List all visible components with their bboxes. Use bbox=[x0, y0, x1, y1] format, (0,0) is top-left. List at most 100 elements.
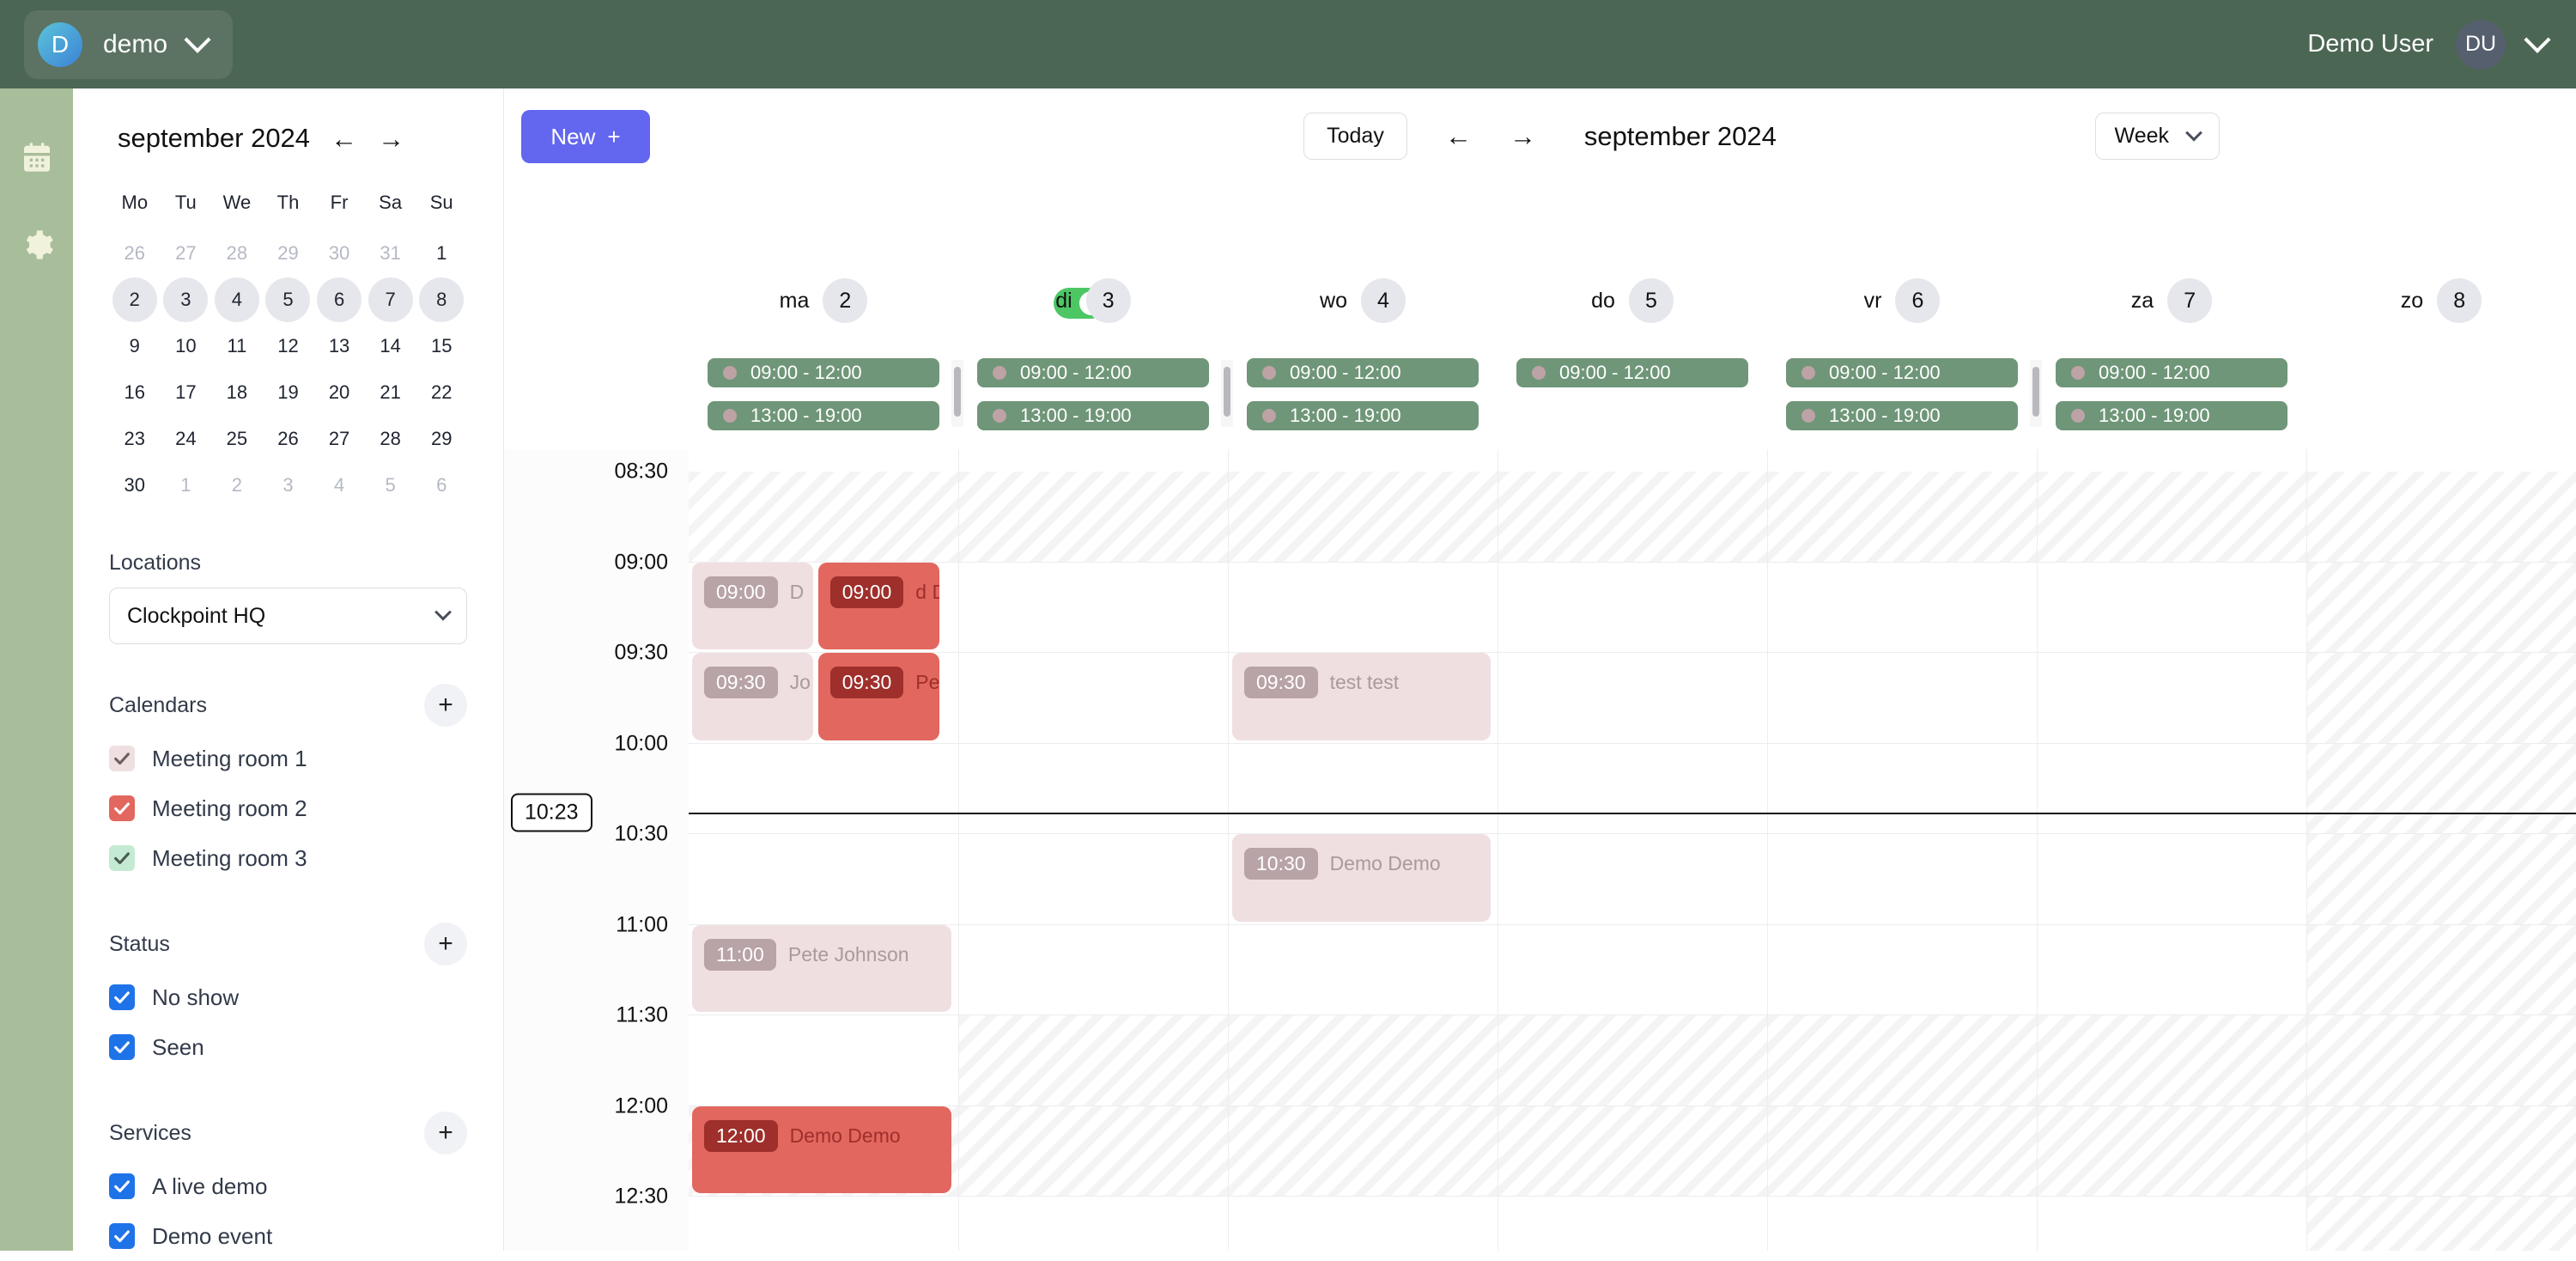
mini-calendar-day[interactable]: 3 bbox=[263, 463, 314, 508]
mini-calendar-day[interactable]: 25 bbox=[211, 417, 263, 461]
time-slot[interactable] bbox=[1768, 1197, 2037, 1251]
time-slot[interactable] bbox=[689, 472, 958, 563]
mini-calendar-day[interactable]: 20 bbox=[313, 370, 365, 415]
mini-calendar-day[interactable]: 5 bbox=[365, 463, 416, 508]
time-slot[interactable] bbox=[2038, 1106, 2306, 1197]
time-slot[interactable] bbox=[1498, 1197, 1767, 1251]
add-status-button[interactable]: + bbox=[424, 923, 467, 966]
time-slot[interactable] bbox=[1229, 1197, 1498, 1251]
checkbox-icon[interactable] bbox=[109, 746, 135, 771]
availability-pill[interactable]: 09:00 - 12:00 bbox=[708, 358, 939, 387]
mini-calendar-day[interactable]: 29 bbox=[263, 231, 314, 276]
prev-week-button[interactable]: ← bbox=[1445, 121, 1472, 152]
mini-calendar-day[interactable]: 28 bbox=[211, 231, 263, 276]
time-slot[interactable] bbox=[1768, 1015, 2037, 1106]
time-slot[interactable] bbox=[959, 834, 1228, 925]
time-slot[interactable] bbox=[1768, 653, 2037, 744]
day-column[interactable]: 09:00 D 09:30 Jo 09:00 d D 09:30 Pet 11:00 Pete J… bbox=[689, 449, 958, 1251]
mini-calendar-day[interactable]: 21 bbox=[365, 370, 416, 415]
availability-pill[interactable]: 09:00 - 12:00 bbox=[2056, 358, 2287, 387]
day-column[interactable] bbox=[958, 449, 1228, 1251]
time-slot[interactable] bbox=[2307, 834, 2576, 925]
availability-pill[interactable]: 13:00 - 19:00 bbox=[708, 401, 939, 430]
day-column[interactable] bbox=[1498, 449, 1767, 1251]
day-column[interactable] bbox=[2037, 449, 2306, 1251]
mini-calendar-day[interactable]: 10 bbox=[161, 324, 212, 369]
calendar-event[interactable]: 09:00 d D bbox=[817, 562, 940, 649]
mini-calendar-day[interactable]: 6 bbox=[313, 277, 365, 322]
mini-calendar-day[interactable]: 5 bbox=[263, 277, 314, 322]
time-slot[interactable] bbox=[2307, 1106, 2576, 1197]
day-column[interactable] bbox=[2306, 449, 2576, 1251]
time-slot[interactable] bbox=[2038, 653, 2306, 744]
time-slot[interactable] bbox=[2038, 563, 2306, 653]
time-slot[interactable] bbox=[1498, 1106, 1767, 1197]
availability-pill[interactable]: 13:00 - 19:00 bbox=[1247, 401, 1479, 430]
mini-calendar-day[interactable]: 3 bbox=[161, 277, 212, 322]
time-slot[interactable] bbox=[1768, 1106, 2037, 1197]
time-slot[interactable] bbox=[1768, 563, 2037, 653]
time-slot[interactable] bbox=[2307, 743, 2576, 834]
mini-calendar-day[interactable]: 14 bbox=[365, 324, 416, 369]
mini-calendar-day[interactable]: 12 bbox=[263, 324, 314, 369]
time-slot[interactable] bbox=[1498, 834, 1767, 925]
mini-calendar-day[interactable]: 2 bbox=[211, 463, 263, 508]
mini-calendar-day[interactable]: 18 bbox=[211, 370, 263, 415]
time-slot[interactable] bbox=[959, 1015, 1228, 1106]
time-slot[interactable] bbox=[2307, 562, 2576, 653]
checkbox-icon[interactable] bbox=[109, 795, 135, 821]
checkbox-icon[interactable] bbox=[109, 1223, 135, 1249]
day-column[interactable] bbox=[1767, 449, 2037, 1251]
time-slot[interactable] bbox=[1498, 925, 1767, 1015]
time-slot[interactable] bbox=[2307, 653, 2576, 744]
time-slot[interactable] bbox=[959, 1106, 1228, 1197]
mini-calendar-prev-button[interactable]: ← bbox=[331, 125, 357, 152]
mini-calendar-day[interactable]: 24 bbox=[161, 417, 212, 461]
day-column[interactable]: 09:30 test test 10:30 Demo Demo bbox=[1228, 449, 1498, 1251]
mini-calendar-day[interactable]: 17 bbox=[161, 370, 212, 415]
checkbox-icon[interactable] bbox=[109, 984, 135, 1010]
time-slot[interactable] bbox=[2038, 925, 2306, 1015]
mini-calendar-day[interactable]: 27 bbox=[313, 417, 365, 461]
mini-calendar-day[interactable]: 4 bbox=[211, 277, 263, 322]
mini-calendar-day[interactable]: 16 bbox=[109, 370, 161, 415]
gear-icon[interactable] bbox=[20, 228, 54, 262]
time-slot[interactable] bbox=[2038, 744, 2306, 834]
mini-calendar-day[interactable]: 23 bbox=[109, 417, 161, 461]
day-header[interactable]: wo 4 bbox=[1228, 276, 1498, 326]
checkbox-icon[interactable] bbox=[109, 1034, 135, 1060]
calendar-item[interactable]: Meeting room 1 bbox=[109, 734, 467, 783]
add-calendar-button[interactable]: + bbox=[424, 684, 467, 727]
availability-pill[interactable]: 09:00 - 12:00 bbox=[1516, 358, 1748, 387]
calendar-event[interactable]: 09:30 test test bbox=[1232, 653, 1491, 740]
day-header[interactable]: do 5 bbox=[1498, 276, 1767, 326]
mini-calendar-day[interactable]: 19 bbox=[263, 370, 314, 415]
time-slot[interactable] bbox=[1768, 834, 2037, 925]
calendar-icon[interactable] bbox=[20, 140, 54, 174]
calendar-event[interactable]: 12:00 Demo Demo bbox=[692, 1106, 951, 1193]
time-slot[interactable] bbox=[959, 1197, 1228, 1251]
time-slot[interactable] bbox=[2038, 834, 2306, 925]
mini-calendar-day[interactable]: 13 bbox=[313, 324, 365, 369]
time-slot[interactable] bbox=[959, 563, 1228, 653]
calendar-event[interactable]: 09:30 Pet bbox=[817, 653, 940, 740]
calendar-item[interactable]: Meeting room 2 bbox=[109, 783, 467, 833]
checkbox-icon[interactable] bbox=[109, 1173, 135, 1199]
time-slot[interactable] bbox=[2307, 924, 2576, 1015]
time-slot[interactable] bbox=[2307, 1197, 2576, 1251]
time-slot[interactable] bbox=[2307, 1015, 2576, 1106]
mini-calendar-day[interactable]: 4 bbox=[313, 463, 365, 508]
mini-calendar-day[interactable]: 26 bbox=[109, 231, 161, 276]
time-slot[interactable] bbox=[2038, 1015, 2306, 1106]
mini-calendar-day[interactable]: 11 bbox=[211, 324, 263, 369]
calendar-event[interactable]: 09:00 D bbox=[692, 562, 814, 649]
view-select[interactable]: Week bbox=[2094, 113, 2220, 160]
mini-calendar-day[interactable]: 7 bbox=[365, 277, 416, 322]
time-slot[interactable] bbox=[1229, 1106, 1498, 1197]
time-slot[interactable] bbox=[1768, 925, 2037, 1015]
mini-calendar-day[interactable]: 1 bbox=[161, 463, 212, 508]
time-slot[interactable] bbox=[1768, 472, 2037, 563]
time-slot[interactable] bbox=[959, 472, 1228, 563]
time-slot[interactable] bbox=[689, 1197, 958, 1251]
time-slot[interactable] bbox=[1498, 563, 1767, 653]
